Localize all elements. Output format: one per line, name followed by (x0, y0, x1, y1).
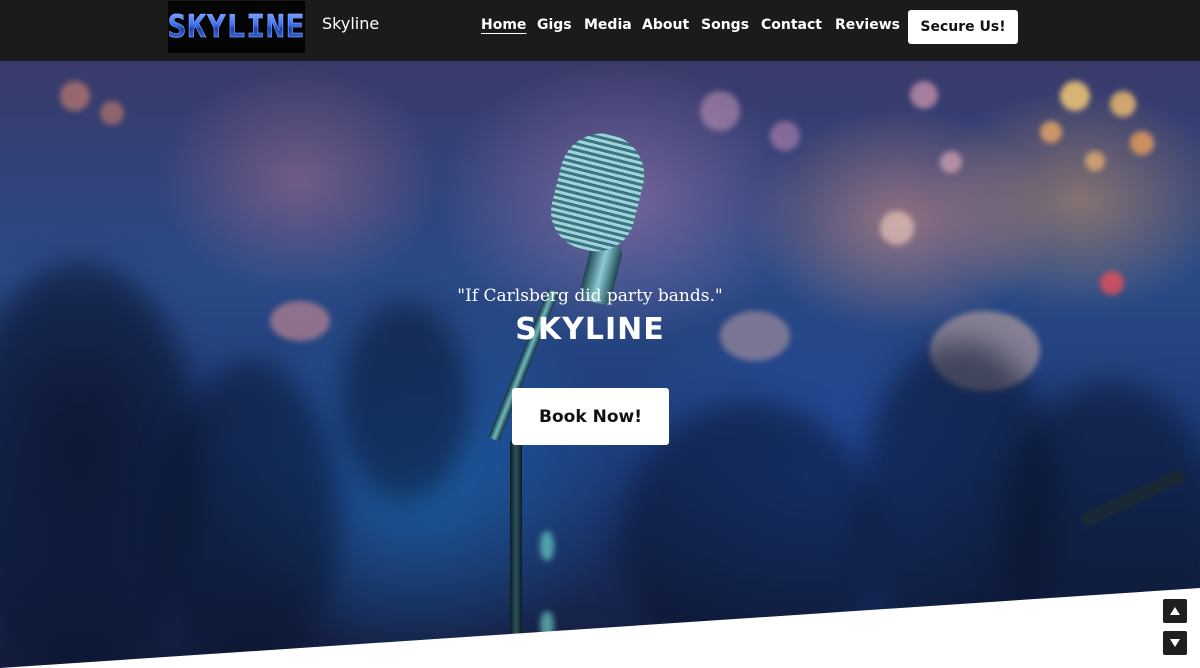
nav-link-media[interactable]: Media (584, 17, 632, 33)
nav-link-home[interactable]: Home (481, 17, 526, 33)
microphone-image (542, 124, 654, 260)
hero-content: "If Carlsberg did party bands." SKYLINE (0, 286, 1200, 347)
hero-section: "If Carlsberg did party bands." SKYLINE … (0, 61, 1200, 668)
nav-link-reviews[interactable]: Reviews (835, 17, 900, 33)
nav-link-contact[interactable]: Contact (761, 17, 822, 33)
page: SKYLINE Skyline Home Gigs Media About So… (0, 0, 1200, 668)
triangle-down-icon (1170, 639, 1180, 647)
section-divider (0, 588, 1200, 668)
hero-title: SKYLINE (515, 312, 665, 347)
nav-link-about[interactable]: About (642, 17, 689, 33)
site-logo[interactable]: SKYLINE (167, 1, 306, 53)
scroll-down-button[interactable] (1163, 631, 1187, 655)
scroll-up-button[interactable] (1163, 599, 1187, 623)
hero-quote: "If Carlsberg did party bands." (457, 286, 723, 306)
secure-us-button[interactable]: Secure Us! (908, 10, 1018, 44)
book-now-button[interactable]: Book Now! (512, 388, 669, 445)
navbar: SKYLINE Skyline Home Gigs Media About So… (0, 0, 1200, 61)
nav-link-gigs[interactable]: Gigs (537, 17, 572, 33)
triangle-up-icon (1170, 607, 1180, 615)
brand-name[interactable]: Skyline (322, 14, 379, 33)
logo-text: SKYLINE (167, 9, 306, 46)
nav-link-songs[interactable]: Songs (701, 17, 749, 33)
